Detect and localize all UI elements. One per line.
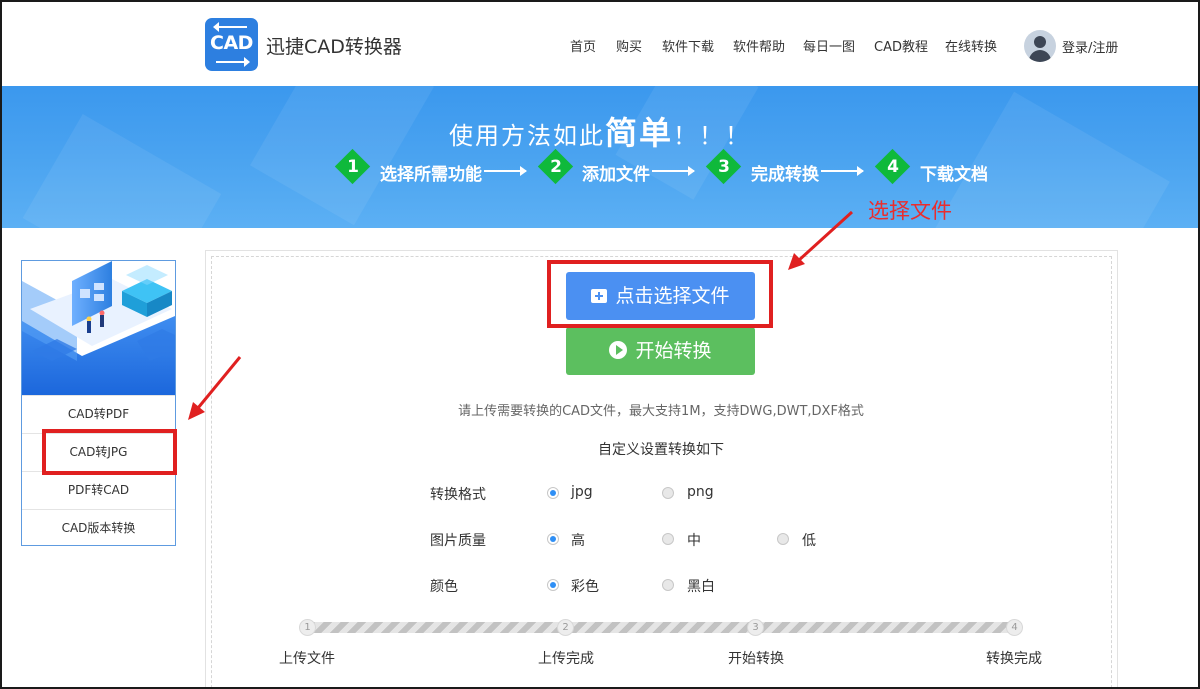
annotation-arrow-icon (796, 210, 854, 263)
annotation-arrow-icon (196, 356, 242, 409)
page-frame: CAD 迅捷CAD转换器 首页 购买 软件下载 软件帮助 每日一图 CAD教程 … (0, 0, 1200, 689)
annotation-arrows (188, 210, 854, 420)
